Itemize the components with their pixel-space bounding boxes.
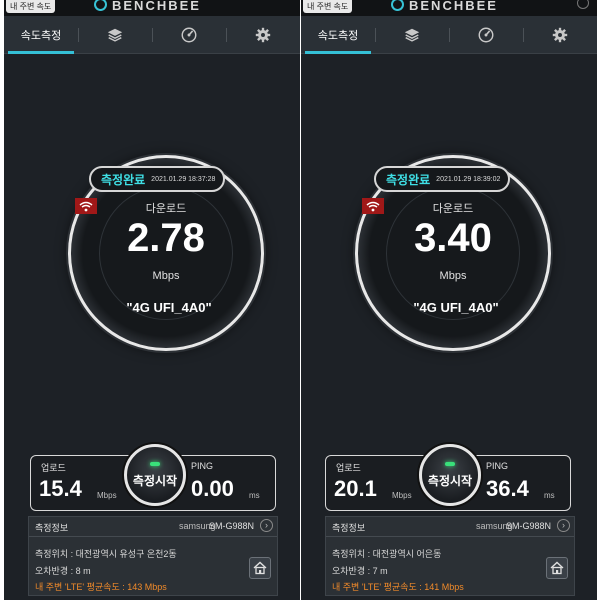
start-test-button[interactable]: 측정시작 — [124, 444, 186, 506]
upload-unit: Mbps — [97, 491, 117, 500]
tab-speed-test[interactable]: 속도측정 — [4, 16, 78, 54]
speed-gauge: 측정완료 2021.01.29 18:37:28 다운로드 2.78 Mbps … — [68, 155, 264, 351]
ping-label: PING — [486, 461, 509, 471]
dial-icon — [478, 27, 494, 42]
gear-icon — [255, 27, 271, 42]
tab-gauge[interactable] — [152, 16, 226, 53]
chevron-right-icon[interactable]: › — [557, 519, 570, 532]
tab-history[interactable] — [375, 16, 449, 53]
benchbee-logo: BENCHBEE — [94, 0, 201, 16]
nearby-speed-button[interactable]: 내 주변 속도 — [6, 0, 56, 13]
benchbee-logo-icon — [391, 0, 404, 11]
download-label: 다운로드 — [432, 203, 474, 215]
tab-speed-test[interactable]: 속도측정 — [301, 16, 375, 54]
logo-text: BENCHBEE — [112, 0, 201, 13]
network-name: "4G UFI_4A0" — [413, 300, 499, 315]
tab-bar: 속도측정 — [301, 16, 597, 54]
screen-left: 내 주변 속도 BENCHBEE 속도측정 측정완료 2021.01.29 18… — [4, 0, 300, 600]
logo-text: BENCHBEE — [409, 0, 498, 13]
status-pill: 측정완료 2021.01.29 18:39:02 — [374, 166, 511, 192]
status-label: 측정완료 — [101, 172, 146, 187]
measurement-info-panel: 측정정보 samsung SM-G988N › 측정위치 : 대전광역시 유성구… — [28, 516, 278, 596]
nearby-average-speed: 내 주변 'LTE' 평균속도 : 141 Mbps — [332, 582, 464, 592]
network-name: "4G UFI_4A0" — [126, 300, 212, 315]
upload-value: 15.4 — [39, 476, 82, 501]
start-test-button[interactable]: 측정시작 — [419, 444, 481, 506]
upload-label: 업로드 — [336, 463, 361, 473]
nearby-speed-button[interactable]: 내 주변 속도 — [303, 0, 353, 13]
share-icon[interactable] — [577, 0, 589, 9]
device-model: SM-G988N — [209, 521, 255, 531]
result-card: 업로드 15.4 Mbps 측정시작 PING 0.00 ms — [30, 444, 276, 511]
status-timestamp: 2021.01.29 18:39:02 — [436, 175, 501, 183]
info-title: 측정정보 — [332, 523, 366, 533]
layers-icon — [404, 28, 420, 42]
measurement-location: 측정위치 : 대전광역시 어은동 — [332, 549, 442, 559]
status-led-icon — [150, 461, 160, 466]
start-test-label: 측정시작 — [132, 473, 178, 488]
ping-unit: ms — [544, 491, 555, 500]
top-bar: 내 주변 속도 BENCHBEE — [4, 0, 300, 16]
ping-unit: ms — [249, 491, 260, 500]
nearby-average-speed: 내 주변 'LTE' 평균속도 : 143 Mbps — [35, 582, 167, 592]
house-icon — [550, 561, 564, 575]
gear-icon — [552, 27, 568, 42]
benchbee-logo: BENCHBEE — [391, 0, 498, 16]
dial-icon — [181, 27, 197, 42]
download-label: 다운로드 — [145, 203, 187, 215]
home-button[interactable] — [546, 557, 568, 579]
download-speed-value: 2.78 — [127, 216, 205, 260]
upload-label: 업로드 — [41, 463, 66, 473]
device-model: SM-G988N — [506, 521, 552, 531]
house-icon — [253, 561, 267, 575]
result-card: 업로드 20.1 Mbps 측정시작 PING 36.4 ms — [325, 444, 571, 511]
divider — [326, 536, 574, 537]
screen-right: 내 주변 속도 BENCHBEE 속도측정 측정완료 2021.01.29 18… — [301, 0, 597, 600]
tab-speed-test-label: 속도측정 — [317, 29, 359, 42]
tab-speed-test-label: 속도측정 — [20, 29, 62, 42]
status-led-icon — [445, 461, 455, 466]
tab-gauge[interactable] — [449, 16, 523, 53]
ping-value: 36.4 — [486, 476, 529, 501]
chevron-right-icon[interactable]: › — [260, 519, 273, 532]
info-title: 측정정보 — [35, 523, 69, 533]
download-speed-unit: Mbps — [439, 270, 467, 282]
error-radius: 오차반경 : 7 m — [332, 566, 388, 576]
status-label: 측정완료 — [386, 172, 431, 187]
download-speed-value: 3.40 — [414, 216, 492, 260]
upload-unit: Mbps — [392, 491, 412, 500]
tab-settings[interactable] — [226, 16, 300, 53]
tab-bar: 속도측정 — [4, 16, 300, 54]
benchbee-logo-icon — [94, 0, 107, 11]
start-test-label: 측정시작 — [427, 473, 473, 488]
status-pill: 측정완료 2021.01.29 18:37:28 — [89, 166, 226, 192]
home-button[interactable] — [249, 557, 271, 579]
layers-icon — [107, 28, 123, 42]
measurement-location: 측정위치 : 대전광역시 유성구 온천2동 — [35, 549, 177, 559]
ping-label: PING — [191, 461, 214, 471]
tab-history[interactable] — [78, 16, 152, 53]
status-timestamp: 2021.01.29 18:37:28 — [151, 175, 216, 183]
download-speed-unit: Mbps — [152, 270, 180, 282]
upload-value: 20.1 — [334, 476, 377, 501]
speed-gauge: 측정완료 2021.01.29 18:39:02 다운로드 3.40 Mbps … — [355, 155, 551, 351]
tab-settings[interactable] — [523, 16, 597, 53]
top-bar: 내 주변 속도 BENCHBEE — [301, 0, 597, 16]
measurement-info-panel: 측정정보 samsung SM-G988N › 측정위치 : 대전광역시 어은동… — [325, 516, 575, 596]
ping-value: 0.00 — [191, 476, 234, 501]
error-radius: 오차반경 : 8 m — [35, 566, 91, 576]
divider — [29, 536, 277, 537]
